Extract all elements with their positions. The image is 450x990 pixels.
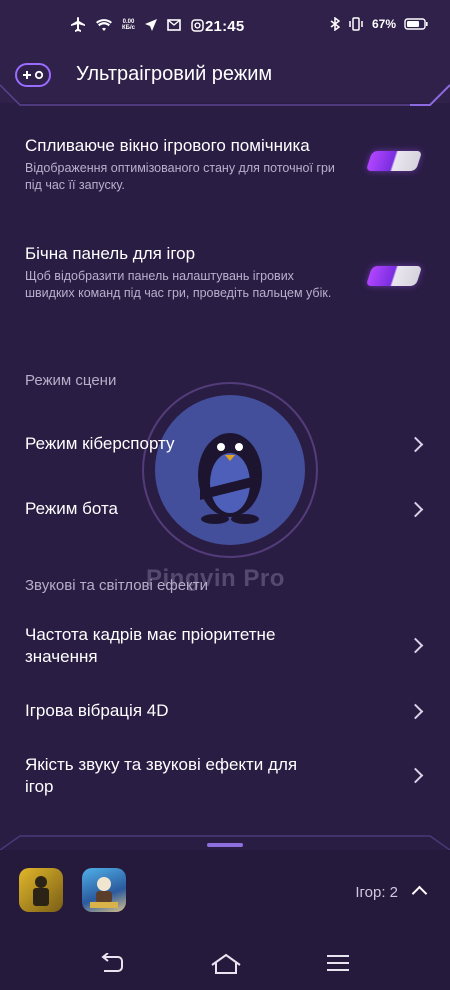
nav-item-bot-mode[interactable]: Режим бота: [25, 498, 425, 522]
bluetooth-icon: [330, 17, 340, 31]
chevron-right-icon: [407, 436, 424, 453]
nav-item-label: Якість звуку та звукові ефекти для ігор: [25, 755, 298, 796]
chevron-right-icon: [407, 637, 424, 654]
setting-description: Щоб відобразити панель налаштувань ігров…: [25, 269, 332, 300]
back-icon[interactable]: [100, 953, 124, 975]
dock-drag-handle[interactable]: [207, 843, 243, 847]
status-time: 21:45: [205, 18, 245, 35]
status-right-icons: 67%: [330, 17, 428, 31]
gamepad-icon: [15, 63, 51, 87]
battery-icon: [404, 18, 428, 30]
games-count: Ігор: 2: [355, 884, 398, 901]
page-title: Ультраігровий режим: [76, 63, 273, 85]
battery-percent: 67%: [371, 17, 396, 31]
setting-description: Відображення оптимізованого стану для по…: [25, 161, 335, 192]
location-arrow-icon: [144, 19, 157, 31]
setting-game-assistant-popup: Спливаюче вікно ігрового помічника Відоб…: [25, 135, 345, 194]
nav-item-label: Режим бота: [25, 499, 119, 518]
chevron-right-icon: [407, 501, 424, 518]
nav-item-4d-vibration[interactable]: Ігрова вібрація 4D: [25, 700, 425, 724]
home-icon[interactable]: [210, 953, 242, 975]
chevron-right-icon: [407, 767, 424, 784]
side-panel-toggle[interactable]: [365, 266, 423, 286]
vibrate-icon: [349, 17, 363, 31]
nav-item-frame-rate-priority[interactable]: Частота кадрів має пріоритетне значення: [25, 624, 425, 668]
nav-item-label: Режим кіберспорту: [25, 434, 175, 453]
setting-game-side-panel: Бічна панель для ігор Щоб відобразити па…: [25, 243, 345, 302]
instagram-icon: [191, 18, 204, 32]
section-header-scene-mode: Режим сцени: [25, 372, 117, 389]
nav-item-sound-quality[interactable]: Якість звуку та звукові ефекти для ігор: [25, 754, 425, 798]
airplane-mode-icon: [71, 17, 85, 32]
status-left-icons: 0.00 КБ/с: [70, 17, 204, 33]
dock-frame-decoration: [0, 835, 450, 851]
network-speed: 0.00 КБ/с: [122, 19, 135, 31]
mail-icon: [167, 19, 181, 31]
pubg-app-icon[interactable]: [82, 868, 126, 912]
section-header-sound-light: Звукові та світлові ефекти: [25, 577, 209, 594]
nav-item-label: Ігрова вібрація 4D: [25, 701, 169, 720]
watermark-logo: [155, 395, 305, 545]
chevron-right-icon: [407, 703, 424, 720]
game-assistant-toggle[interactable]: [365, 151, 423, 171]
penguin-icon: [198, 433, 262, 524]
status-bar: 0.00 КБ/с 21:45 67%: [0, 0, 450, 55]
nav-item-label: Частота кадрів має пріоритетне значення: [25, 625, 276, 666]
setting-label: Спливаюче вікно ігрового помічника: [25, 136, 310, 155]
menu-icon[interactable]: [327, 954, 349, 972]
nav-item-esports-mode[interactable]: Режим кіберспорту: [25, 433, 425, 457]
game-app-icon-1[interactable]: [19, 868, 63, 912]
system-nav-bar: [0, 945, 450, 990]
wifi-icon: [96, 19, 112, 31]
setting-label: Бічна панель для ігор: [25, 244, 196, 263]
